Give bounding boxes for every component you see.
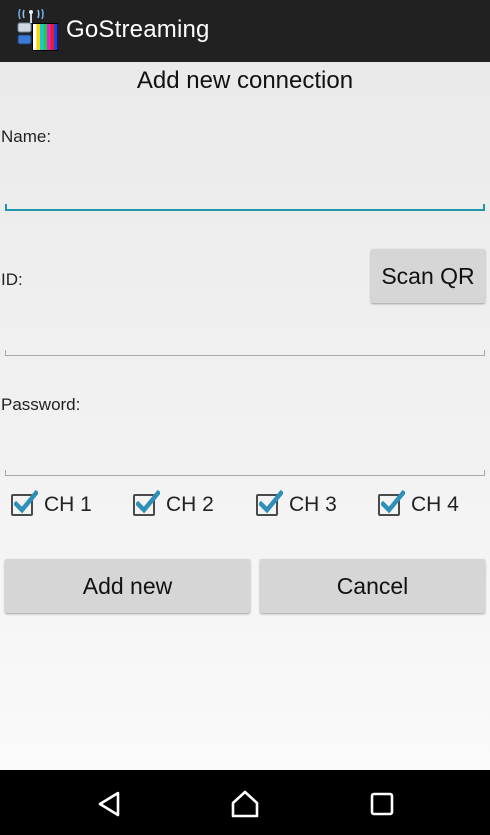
channel-1-checkbox[interactable]: CH 1 <box>11 490 92 519</box>
system-nav-bar <box>0 770 490 835</box>
checkbox-checked-icon <box>11 490 38 516</box>
scan-qr-button[interactable]: Scan QR <box>371 249 485 303</box>
channel-4-checkbox[interactable]: CH 4 <box>378 490 459 519</box>
channel-3-checkbox[interactable]: CH 3 <box>256 490 337 519</box>
app-logo-icon <box>14 8 62 53</box>
channel-2-label: CH 2 <box>166 493 214 516</box>
app-bar: GoStreaming <box>0 0 490 62</box>
checkbox-checked-icon <box>378 490 405 516</box>
channel-3-label: CH 3 <box>289 493 337 516</box>
password-input[interactable] <box>5 448 485 468</box>
name-label: Name: <box>1 127 52 146</box>
checkbox-checked-icon <box>256 490 283 516</box>
recents-square-icon[interactable] <box>366 788 398 820</box>
name-input[interactable] <box>5 184 485 204</box>
channel-4-label: CH 4 <box>411 493 459 516</box>
home-icon[interactable] <box>229 788 261 820</box>
channel-1-label: CH 1 <box>44 493 92 516</box>
back-triangle-icon[interactable] <box>94 788 126 820</box>
id-label: ID: <box>1 270 23 289</box>
password-input-underline <box>5 470 485 476</box>
app-title: GoStreaming <box>66 16 210 43</box>
id-input[interactable] <box>5 328 485 348</box>
name-input-underline <box>5 204 485 211</box>
cancel-button[interactable]: Cancel <box>260 559 485 613</box>
dialog-title: Add new connection <box>136 67 354 94</box>
checkbox-checked-icon <box>133 490 160 516</box>
add-new-button[interactable]: Add new <box>5 559 250 613</box>
password-label: Password: <box>1 395 81 414</box>
add-connection-screen: Add new connection Name: ID: Scan QR Pas… <box>0 62 490 770</box>
id-input-underline <box>5 350 485 356</box>
channel-2-checkbox[interactable]: CH 2 <box>133 490 214 519</box>
